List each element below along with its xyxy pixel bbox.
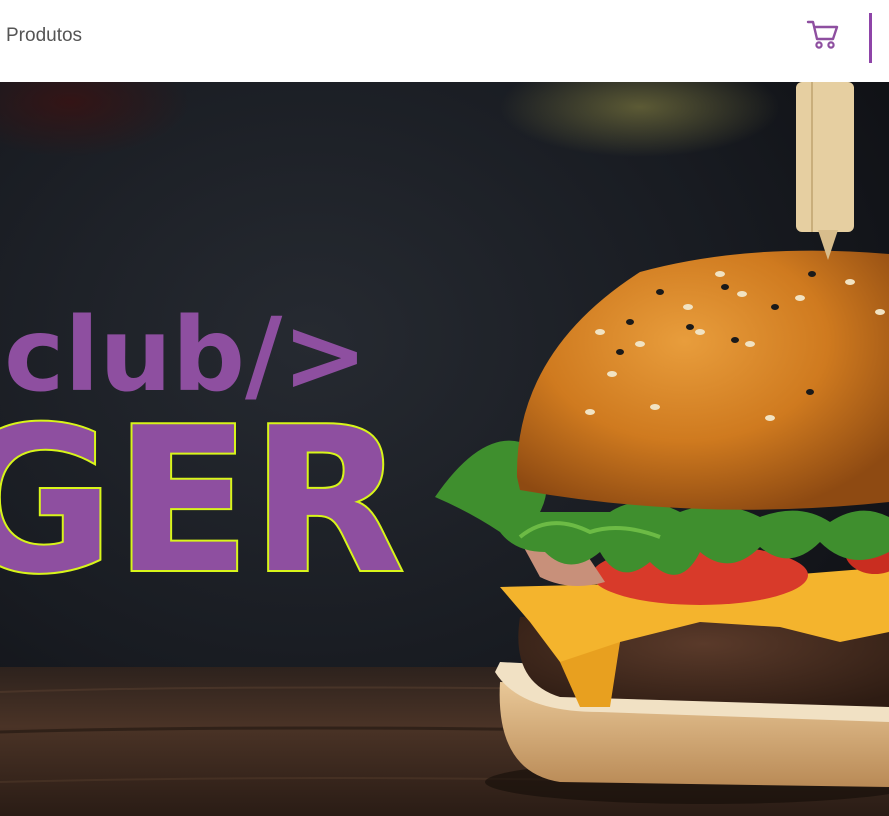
cart-button[interactable] (803, 17, 843, 53)
logo-bottom-text: GER (0, 385, 405, 618)
hero-logo: club/> GER (0, 296, 407, 620)
hero-image: club/> GER (0, 82, 889, 816)
nav-link-produtos[interactable]: Produtos (6, 25, 82, 47)
top-header: Produtos (0, 0, 889, 82)
shopping-cart-icon (806, 20, 839, 49)
header-divider (869, 13, 872, 63)
hero-banner: club/> GER (0, 82, 889, 816)
